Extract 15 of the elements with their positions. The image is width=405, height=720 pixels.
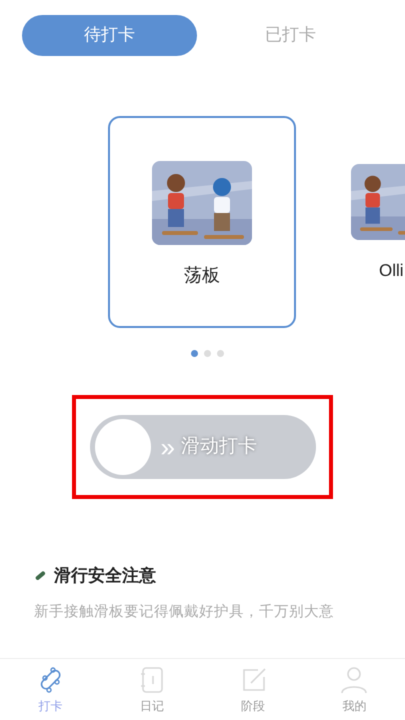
card-label: 荡板 xyxy=(184,264,220,287)
person-icon xyxy=(339,664,370,694)
tab[interactable]: 待打卡 xyxy=(22,14,197,56)
card[interactable]: Olli xyxy=(351,116,405,328)
arrows-icon: » xyxy=(160,434,175,460)
nav-item[interactable]: 日记 xyxy=(101,659,202,720)
tab[interactable]: 已打卡 xyxy=(203,14,378,56)
notice-text: 新手接触滑板要记得佩戴好护具，千万别大意 xyxy=(34,602,335,622)
selected-card[interactable]: 荡板 xyxy=(108,116,296,328)
card-label: Olli xyxy=(379,260,404,282)
notice-title: 滑行安全注意 xyxy=(54,564,156,587)
nav-item[interactable]: 阶段 xyxy=(202,659,304,720)
slider-knob[interactable] xyxy=(94,419,150,475)
nav-item[interactable]: 打卡 xyxy=(0,659,102,720)
nav-item[interactable]: 我的 xyxy=(304,659,405,720)
